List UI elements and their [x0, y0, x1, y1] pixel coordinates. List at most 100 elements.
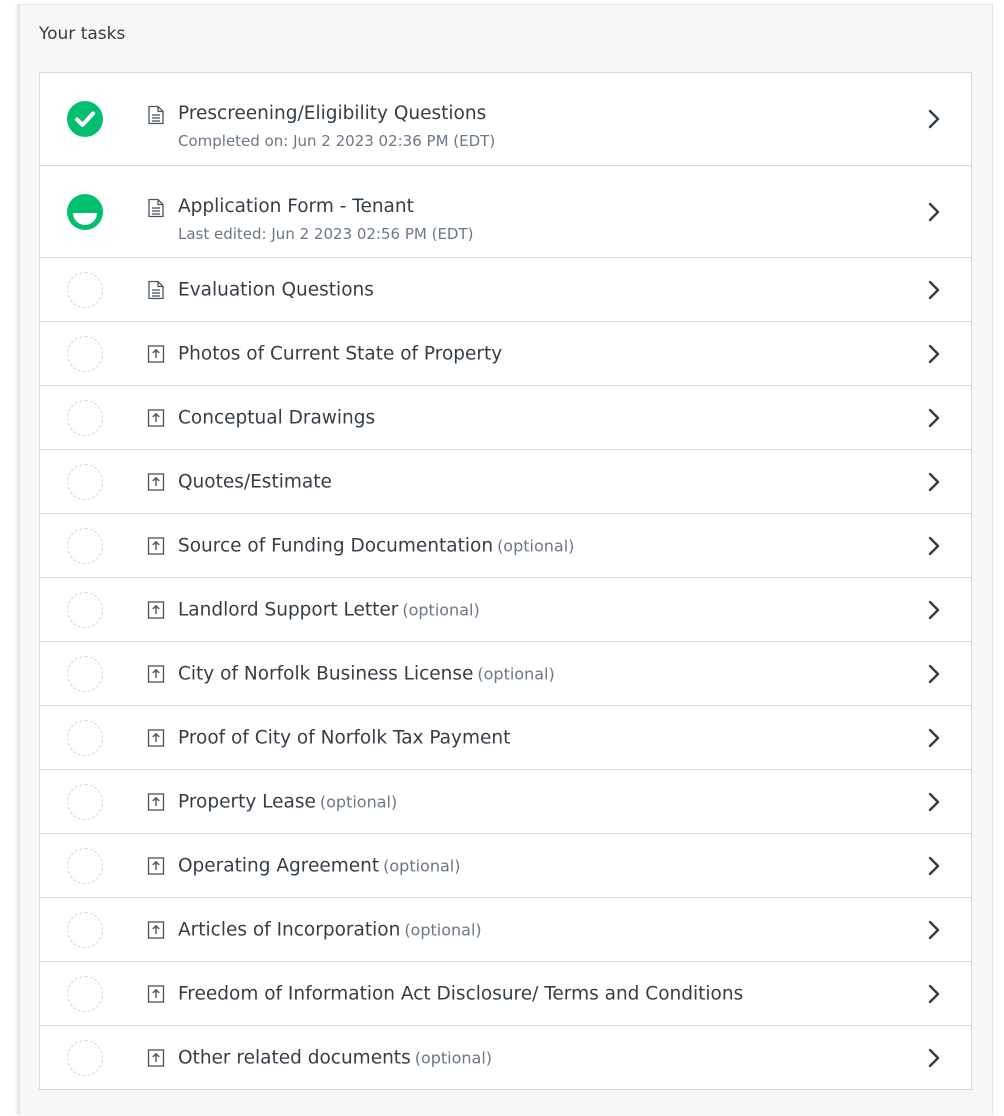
document-icon — [147, 105, 165, 125]
upload-icon — [147, 536, 165, 556]
task-row[interactable]: Proof of City of Norfolk Tax Payment — [40, 705, 971, 769]
task-text: Prescreening/Eligibility Questions Comple… — [178, 103, 495, 150]
task-row[interactable]: Prescreening/Eligibility Questions Comple… — [40, 73, 971, 165]
empty-circle-icon — [67, 591, 103, 628]
chevron-right-icon[interactable] — [927, 920, 941, 940]
task-text: Articles of Incorporation (optional) — [178, 919, 482, 940]
task-label: Photos of Current State of Property — [178, 343, 503, 364]
task-row[interactable]: Quotes/Estimate — [40, 449, 971, 513]
task-row[interactable]: Evaluation Questions — [40, 257, 971, 321]
upload-icon — [147, 408, 165, 428]
chevron-right-icon[interactable] — [927, 202, 941, 222]
chevron-right-icon[interactable] — [927, 792, 941, 812]
chevron-right-icon[interactable] — [927, 1048, 941, 1068]
upload-icon — [147, 1048, 165, 1068]
task-label: Evaluation Questions — [178, 279, 374, 300]
task-text: Other related documents (optional) — [178, 1047, 492, 1068]
task-row[interactable]: Articles of Incorporation (optional) — [40, 897, 971, 961]
task-label: Source of Funding Documentation — [178, 535, 494, 556]
task-row[interactable]: Landlord Support Letter (optional) — [40, 577, 971, 641]
task-text: Proof of City of Norfolk Tax Payment — [178, 727, 510, 748]
task-list: Prescreening/Eligibility Questions Comple… — [39, 72, 972, 1090]
empty-circle-icon — [67, 783, 103, 820]
chevron-right-icon[interactable] — [927, 280, 941, 300]
tasks-window: Your tasks Prescreening/Eligibility Ques… — [0, 0, 1004, 1116]
empty-circle-icon — [67, 911, 103, 948]
empty-circle-icon — [67, 399, 103, 436]
empty-circle-icon — [67, 463, 103, 500]
task-text: Freedom of Information Act Disclosure/ T… — [178, 983, 743, 1004]
chevron-right-icon[interactable] — [927, 728, 941, 748]
chevron-right-icon[interactable] — [927, 984, 941, 1004]
chevron-right-icon[interactable] — [927, 109, 941, 129]
empty-circle-icon — [67, 847, 103, 884]
chevron-right-icon[interactable] — [927, 856, 941, 876]
task-text: Photos of Current State of Property — [178, 343, 502, 364]
task-label: Conceptual Drawings — [178, 407, 376, 428]
task-row[interactable]: Operating Agreement (optional) — [40, 833, 971, 897]
half-circle-icon — [67, 193, 103, 230]
task-row[interactable]: Freedom of Information Act Disclosure/ T… — [40, 961, 971, 1025]
optional-tag: (optional) — [383, 856, 461, 875]
upload-icon — [147, 344, 165, 364]
upload-icon — [147, 664, 165, 684]
chevron-right-icon[interactable] — [927, 536, 941, 556]
task-text: Evaluation Questions — [178, 279, 374, 300]
task-row[interactable]: Photos of Current State of Property — [40, 321, 971, 385]
task-text: Conceptual Drawings — [178, 407, 375, 428]
task-label: Proof of City of Norfolk Tax Payment — [178, 727, 511, 748]
task-text: City of Norfolk Business License (optiona… — [178, 663, 555, 684]
right-edge — [992, 4, 1004, 1115]
task-row[interactable]: City of Norfolk Business License (optiona… — [40, 641, 971, 705]
task-text: Operating Agreement (optional) — [178, 855, 460, 876]
empty-circle-icon — [67, 527, 103, 564]
task-status-text: Last edited: Jun 2 2023 02:56 PM (EDT) — [178, 225, 474, 243]
document-icon — [147, 280, 165, 300]
optional-tag: (optional) — [497, 536, 575, 555]
task-label: Application Form - Tenant — [178, 196, 414, 217]
task-text: Source of Funding Documentation (optional… — [178, 535, 574, 556]
upload-icon — [147, 984, 165, 1004]
upload-icon — [147, 792, 165, 812]
task-row[interactable]: Conceptual Drawings — [40, 385, 971, 449]
document-icon — [147, 198, 165, 218]
task-label: Articles of Incorporation — [178, 919, 401, 940]
upload-icon — [147, 600, 165, 620]
empty-circle-icon — [67, 975, 103, 1012]
upload-icon — [147, 920, 165, 940]
task-text: Property Lease (optional) — [178, 791, 397, 812]
task-status-text: Completed on: Jun 2 2023 02:36 PM (EDT) — [178, 132, 496, 150]
task-row[interactable]: Source of Funding Documentation (optional… — [40, 513, 971, 577]
check-circle-icon — [67, 101, 103, 137]
task-text: Quotes/Estimate — [178, 471, 332, 492]
task-label: Operating Agreement — [178, 855, 380, 876]
task-row[interactable]: Property Lease (optional) — [40, 769, 971, 833]
task-label: Quotes/Estimate — [178, 471, 332, 492]
task-label: Property Lease — [178, 791, 316, 812]
task-text: Application Form - Tenant Last edited: Ju… — [178, 196, 474, 243]
optional-tag: (optional) — [477, 664, 555, 683]
chevron-right-icon[interactable] — [927, 344, 941, 364]
empty-circle-icon — [67, 271, 103, 308]
optional-tag: (optional) — [414, 1048, 493, 1067]
empty-circle-icon — [67, 719, 103, 756]
chevron-right-icon[interactable] — [927, 472, 941, 492]
task-label: Landlord Support Letter — [178, 599, 399, 620]
optional-tag: (optional) — [319, 792, 398, 811]
task-label: City of Norfolk Business License — [178, 663, 474, 684]
empty-circle-icon — [67, 335, 103, 372]
chevron-right-icon[interactable] — [927, 408, 941, 428]
task-row[interactable]: Other related documents (optional) — [40, 1025, 971, 1089]
chevron-right-icon[interactable] — [927, 600, 941, 620]
task-row[interactable]: Application Form - Tenant Last edited: Ju… — [40, 165, 971, 257]
empty-circle-icon — [67, 655, 103, 692]
upload-icon — [147, 472, 165, 492]
optional-tag: (optional) — [402, 600, 480, 619]
task-label: Freedom of Information Act Disclosure/ T… — [178, 983, 744, 1004]
task-text: Landlord Support Letter (optional) — [178, 599, 480, 620]
upload-icon — [147, 856, 165, 876]
upload-icon — [147, 728, 165, 748]
task-label: Prescreening/Eligibility Questions — [178, 103, 487, 124]
page-title: Your tasks — [39, 24, 126, 44]
chevron-right-icon[interactable] — [927, 664, 941, 684]
